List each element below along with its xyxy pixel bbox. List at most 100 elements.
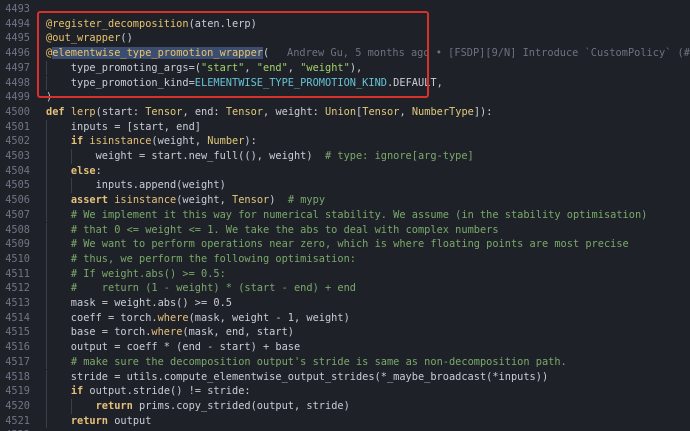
code-line[interactable]: 4508 # that 0 <= weight <= 1. We take th… — [0, 222, 690, 238]
code-token: output.stride() != stride: — [89, 385, 251, 398]
code-line[interactable]: 4505 inputs.append(weight) — [0, 178, 690, 194]
code-line[interactable]: 4521 return output — [0, 413, 690, 429]
line-number: 4494 — [5, 17, 30, 30]
line-number: 4508 — [5, 223, 30, 236]
code-line[interactable]: 4500 def lerp(start: Tensor, end: Tensor,… — [0, 105, 690, 120]
line-number: 4496 — [5, 47, 30, 60]
code-text: assert isinstance(weight, Tensor) # mypy — [46, 193, 325, 208]
code-text: inputs = [start, end] — [46, 120, 201, 135]
code-token: ( — [262, 47, 270, 60]
code-text: type_promoting_args=("start", "end", "we… — [46, 61, 362, 76]
line-number: 4502 — [5, 135, 30, 148]
code-line[interactable]: 4509 # We want to perform operations nea… — [0, 237, 690, 252]
code-text: if isinstance(weight, Number): — [46, 134, 257, 149]
code-line[interactable]: 4516 output = coeff * (end - start) + ba… — [0, 340, 690, 355]
code-token: return — [70, 414, 115, 427]
code-text: return output — [46, 414, 152, 429]
code-token: isinstance — [89, 135, 152, 148]
code-token: ELEMENTWISE_TYPE_PROMOTION_KIND — [194, 76, 387, 89]
code-line[interactable]: 4496 @elementwise_type_promotion_wrapper(… — [0, 46, 690, 61]
code-line[interactable]: 4520 return prims.copy_strided(output, s… — [0, 398, 690, 414]
code-token: inputs = [start, end] — [46, 120, 201, 133]
code-token: () — [120, 32, 133, 45]
code-token: ) — [269, 194, 288, 207]
line-number: 4493 — [5, 3, 30, 15]
code-line[interactable]: 4493 — [0, 2, 690, 17]
code-token: stride = utils.compute_elementwise_outpu… — [46, 370, 549, 383]
line-number: 4501 — [5, 120, 30, 133]
code-token: # We implement it this way for numerical… — [70, 208, 648, 221]
code-line[interactable]: 4502 if isinstance(weight, Number): — [0, 134, 690, 149]
code-line[interactable]: 4507 # We implement it this way for nume… — [0, 207, 690, 223]
code-line[interactable]: 4512 # return (1 - weight) * (start - en… — [0, 281, 690, 296]
line-number: 4521 — [5, 414, 30, 427]
code-token: Tensor — [232, 194, 270, 207]
code-line[interactable]: 4494 @register_decomposition(aten.lerp) — [0, 17, 690, 32]
code-token: NumberType — [411, 105, 474, 118]
code-token: "start" — [200, 61, 245, 74]
code-text: else: — [46, 164, 102, 179]
code-token: Union — [325, 105, 357, 118]
code-text: ) — [46, 90, 52, 105]
code-line[interactable]: 4513 mask = weight.abs() >= 0.5 — [0, 296, 690, 311]
code-line[interactable]: 4519 if output.stride() != stride: — [0, 384, 690, 399]
code-token: (weight, — [176, 194, 233, 207]
code-token: # type: ignore[arg-type] — [324, 150, 474, 162]
code-token: if — [70, 135, 90, 148]
code-line[interactable]: 4495 @out_wrapper() — [0, 31, 690, 46]
line-number: 4497 — [5, 61, 30, 74]
code-line[interactable]: 4501 inputs = [start, end] — [0, 119, 690, 135]
code-line[interactable]: 4506 assert isinstance(weight, Tensor) #… — [0, 193, 690, 208]
line-number: 4507 — [5, 208, 30, 221]
code-line[interactable]: 4498 type_promotion_kind=ELEMENTWISE_TYP… — [0, 75, 690, 91]
code-token: if — [70, 385, 90, 398]
code-token: ), — [349, 61, 363, 74]
line-number: 4512 — [5, 282, 30, 295]
code-line[interactable]: 4518 stride = utils.compute_elementwise_… — [0, 369, 690, 385]
code-line[interactable]: 4499) — [0, 90, 690, 105]
code-token: isinstance — [114, 194, 177, 207]
code-line[interactable]: 4503 weight = start.new_full((), weight)… — [0, 149, 690, 164]
code-token: "weight" — [300, 61, 350, 74]
line-number: 4510 — [5, 252, 30, 265]
code-editor[interactable]: 4493 4494 @register_decomposition(aten.ler… — [0, 0, 690, 431]
code-token: elementwise_type_promotion_wrapper — [52, 47, 263, 60]
code-line[interactable]: 4514 coeff = torch.where(mask, weight - … — [0, 310, 690, 326]
line-number: 4498 — [5, 76, 30, 89]
code-text: # We want to perform operations near zer… — [46, 237, 629, 252]
code-text: @register_decomposition(aten.lerp) — [46, 17, 257, 32]
code-token: # make sure the decomposition output's s… — [70, 355, 567, 368]
code-line[interactable]: 4497 type_promoting_args=("start", "end"… — [0, 60, 690, 76]
code-line[interactable]: 4504 else: — [0, 163, 690, 179]
code-text: def lerp(start: Tensor, end: Tensor, wei… — [46, 105, 492, 120]
line-number: 4516 — [5, 341, 30, 354]
code-token: mask = weight.abs() >= 0.5 — [46, 297, 232, 309]
code-token: base = torch. — [46, 326, 152, 339]
code-text: if output.stride() != stride: — [46, 384, 251, 399]
code-token: (weight, — [151, 135, 208, 148]
code-text: mask = weight.abs() >= 0.5 — [46, 296, 232, 311]
code-line[interactable]: 4515 base = torch.where(mask, end, start… — [0, 325, 690, 341]
code-text: # make sure the decomposition output's s… — [46, 355, 567, 370]
code-text: # return (1 - weight) * (start - end) + … — [46, 281, 356, 296]
code-text: @elementwise_type_promotion_wrapper( — [46, 46, 269, 61]
code-token: output — [114, 414, 152, 427]
line-number: 4520 — [5, 399, 30, 412]
code-token: , end: — [182, 105, 226, 118]
code-line[interactable]: 4511 # If weight.abs() >= 0.5: — [0, 266, 690, 282]
line-number: 4519 — [5, 385, 30, 398]
code-line[interactable]: 4510 # thus, we perform the following op… — [0, 251, 690, 267]
code-line[interactable]: 4517 # make sure the decomposition outpu… — [0, 354, 690, 370]
code-token: Tensor — [145, 105, 183, 118]
line-number: 4511 — [5, 267, 30, 280]
code-token: @register_decomposition — [46, 17, 189, 30]
code-token: ]): — [473, 105, 493, 118]
